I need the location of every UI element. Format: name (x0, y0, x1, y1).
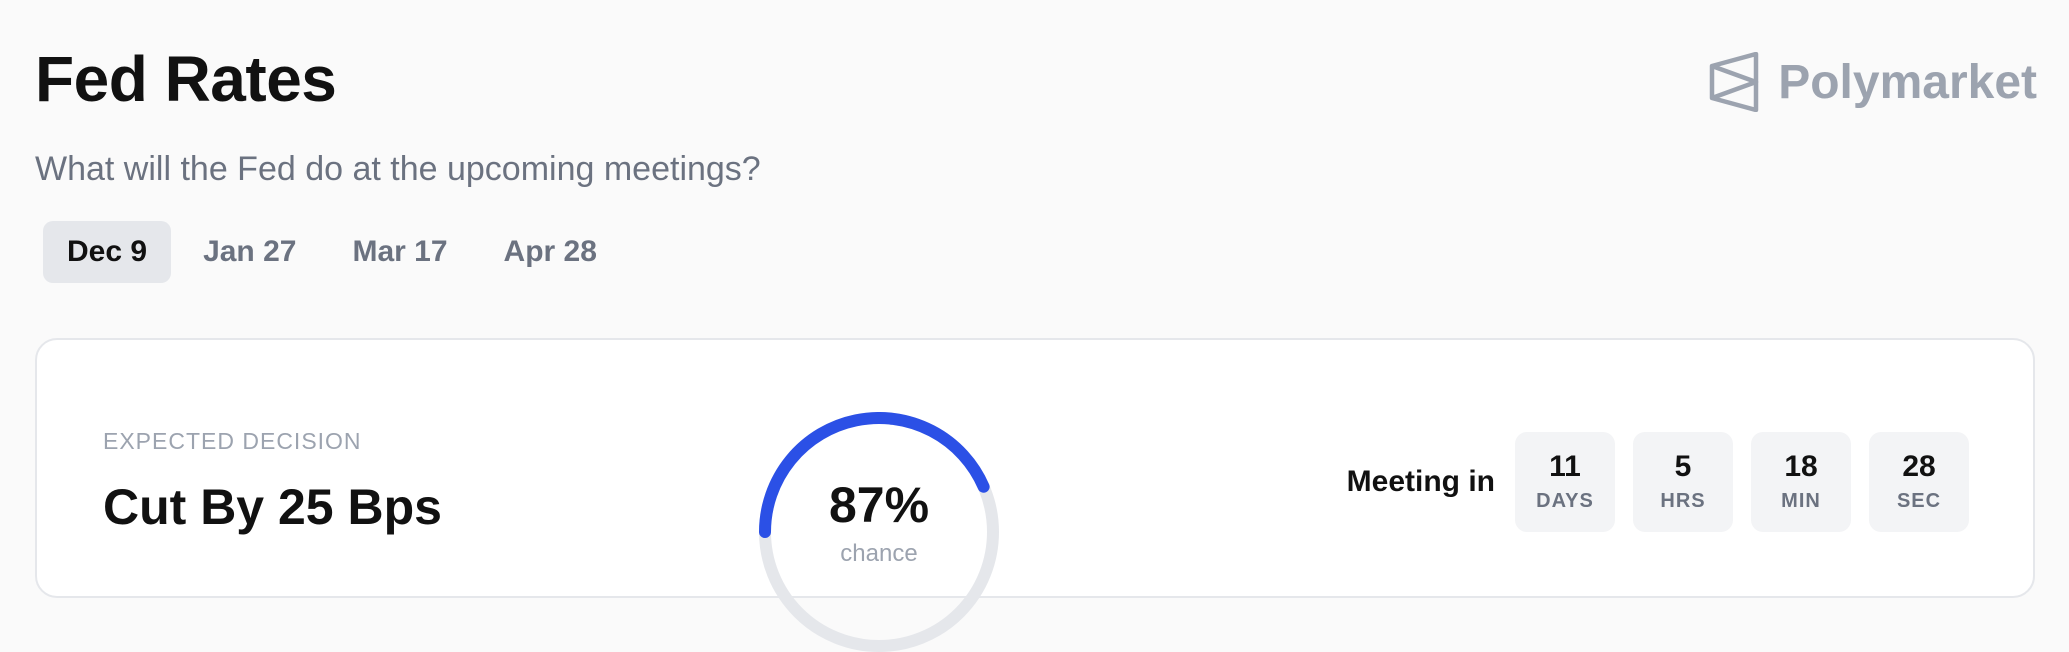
countdown-seconds-value: 28 (1902, 450, 1936, 483)
countdown-days-unit: DAYS (1536, 490, 1594, 512)
brand-name: Polymarket (1778, 55, 2037, 109)
expected-decision-label: EXPECTED DECISION (103, 428, 362, 454)
tab-dec-9[interactable]: Dec 9 (43, 221, 172, 283)
probability-sub-label: chance (840, 540, 918, 567)
tab-jan-27[interactable]: Jan 27 (179, 221, 320, 283)
countdown-minutes: 18 MIN (1751, 432, 1851, 532)
tab-apr-28[interactable]: Apr 28 (480, 221, 621, 283)
page-title: Fed Rates (35, 43, 337, 115)
expected-decision-value: Cut By 25 Bps (103, 479, 442, 535)
probability-value: 87% (828, 477, 930, 533)
countdown-minutes-unit: MIN (1781, 490, 1821, 512)
meeting-date-tabs: Dec 9 Jan 27 Mar 17 Apr 28 (43, 221, 621, 283)
countdown-hours-value: 5 (1674, 450, 1692, 483)
countdown-minutes-value: 18 (1784, 450, 1818, 483)
countdown-seconds: 28 SEC (1869, 432, 1969, 532)
page-subtitle: What will the Fed do at the upcoming mee… (35, 150, 761, 188)
tab-mar-17[interactable]: Mar 17 (328, 221, 471, 283)
brand-logo[interactable]: Polymarket (1708, 52, 2037, 112)
countdown-hours: 5 HRS (1633, 432, 1733, 532)
countdown-days-value: 11 (1549, 450, 1581, 483)
decision-card: EXPECTED DECISION Cut By 25 Bps 87% chan… (35, 338, 2035, 652)
countdown-days: 11 DAYS (1515, 432, 1615, 532)
polymarket-logo-icon (1709, 52, 1759, 112)
countdown-seconds-unit: SEC (1896, 490, 1942, 512)
meeting-in-label: Meeting in (1346, 465, 1495, 498)
meeting-countdown: Meeting in 11 DAYS 5 HRS 18 MIN 28 SEC (1347, 432, 1969, 532)
countdown-hours-unit: HRS (1660, 490, 1706, 512)
